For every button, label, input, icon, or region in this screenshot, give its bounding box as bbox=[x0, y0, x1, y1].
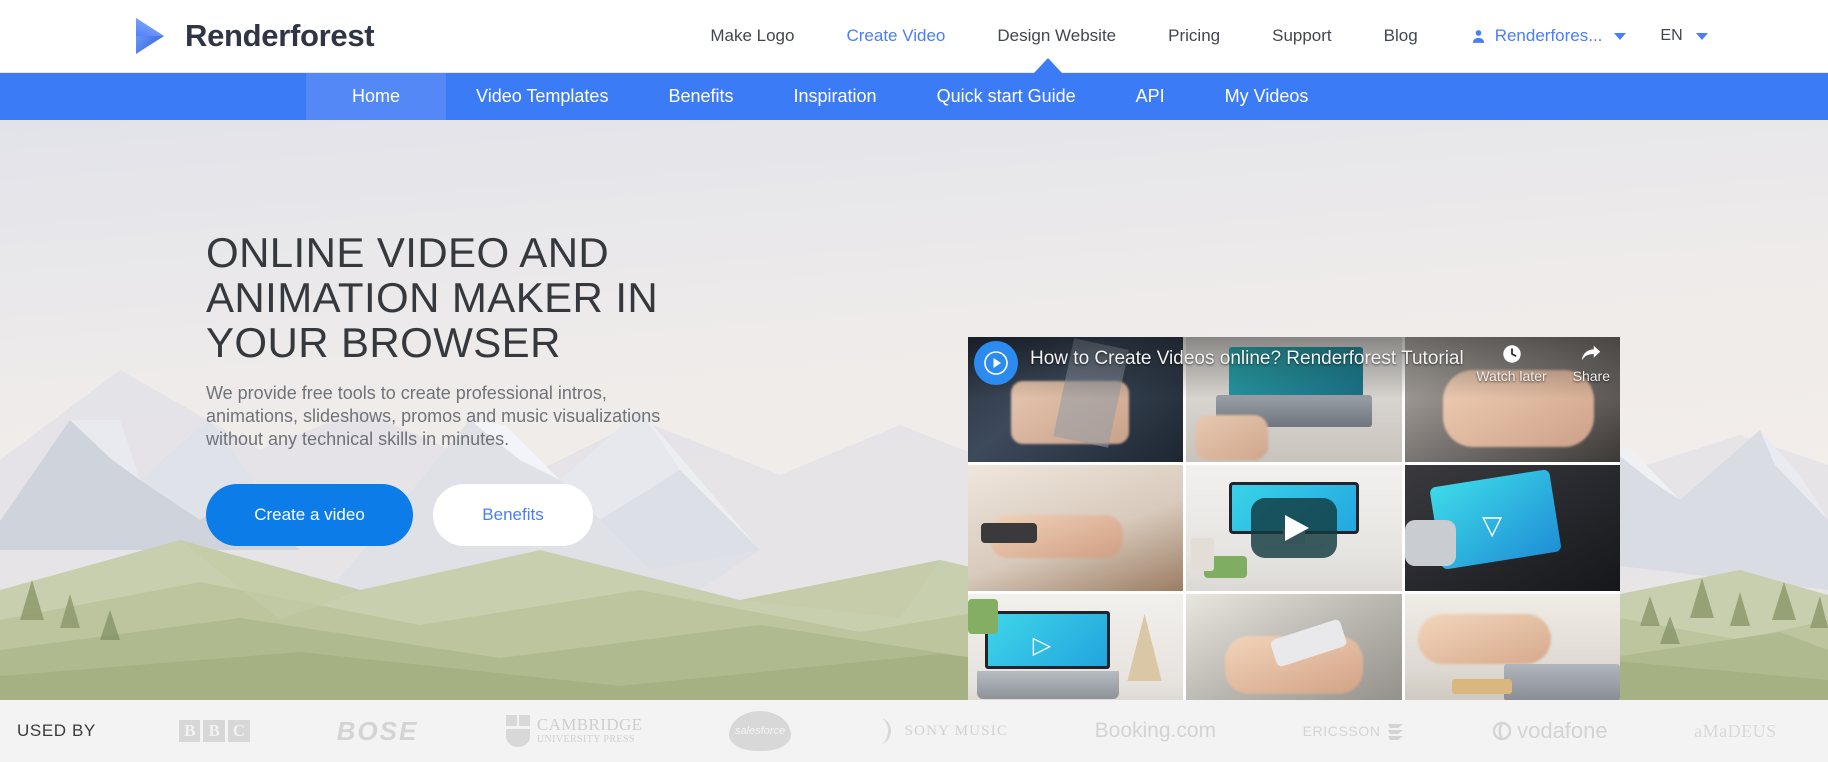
logo-cambridge-university-press: CAMBRIDGE UNIVERSITY PRESS bbox=[505, 714, 643, 748]
subnav-pointer-arrow bbox=[1034, 58, 1062, 73]
client-logo-row: B B C BOSE CAMBRIDGE UNIVERSITY PRESS sa… bbox=[136, 711, 1820, 751]
language-label: EN bbox=[1660, 27, 1683, 44]
hero-subtitle: We provide free tools to create professi… bbox=[206, 383, 661, 449]
brand-name: Renderforest bbox=[185, 18, 375, 53]
logo-booking-com: Booking.com bbox=[1094, 719, 1217, 742]
brand-logo[interactable]: Renderforest bbox=[130, 15, 375, 57]
cambridge-line1: CAMBRIDGE bbox=[536, 715, 643, 735]
play-button-icon[interactable] bbox=[1250, 497, 1337, 558]
language-selector[interactable]: EN bbox=[1660, 27, 1708, 45]
video-thumbnail-grid: ▽ ▷ bbox=[968, 337, 1620, 700]
watch-later-label: Watch later bbox=[1476, 368, 1547, 384]
share-button[interactable]: Share bbox=[1573, 343, 1610, 384]
video-tile bbox=[1186, 593, 1402, 700]
logo-sony-music: SONY MUSIC bbox=[878, 716, 1009, 746]
watch-later-button[interactable]: Watch later bbox=[1476, 343, 1547, 384]
share-label: Share bbox=[1572, 368, 1610, 384]
benefits-button[interactable]: Benefits bbox=[433, 484, 593, 546]
youtube-video-player[interactable]: ▽ ▷ How to Create Videos online? Renderf… bbox=[968, 337, 1620, 700]
logo-bbc: B B C bbox=[179, 720, 251, 742]
video-tile bbox=[1404, 593, 1620, 700]
account-menu[interactable]: Renderfores... bbox=[1470, 26, 1627, 46]
top-header: Renderforest Make Logo Create Video Desi… bbox=[0, 0, 1828, 73]
bbc-letter: C bbox=[227, 720, 251, 742]
video-actions: Watch later Share bbox=[1476, 343, 1610, 384]
logo-bose: BOSE bbox=[336, 715, 419, 746]
cambridge-line2: UNIVERSITY PRESS bbox=[536, 734, 635, 746]
subnav-item-benefits[interactable]: Benefits bbox=[638, 73, 763, 120]
nav-item-support[interactable]: Support bbox=[1246, 26, 1358, 46]
nav-item-blog[interactable]: Blog bbox=[1358, 26, 1444, 46]
sony-swoosh-icon bbox=[881, 718, 891, 744]
cambridge-crest-icon bbox=[505, 715, 530, 748]
play-triangle-logo-icon bbox=[136, 18, 164, 54]
sony-music-label: SONY MUSIC bbox=[904, 722, 1009, 739]
video-tile: ▷ bbox=[968, 593, 1184, 700]
subnav-item-api[interactable]: API bbox=[1106, 73, 1195, 120]
hero-cta-group: Create a video Benefits bbox=[206, 484, 676, 546]
video-tile bbox=[1186, 465, 1402, 591]
video-title[interactable]: How to Create Videos online? Renderfores… bbox=[1030, 348, 1464, 370]
hero-copy: ONLINE VIDEO AND ANIMATION MAKER IN YOUR… bbox=[206, 230, 676, 546]
nav-item-make-logo[interactable]: Make Logo bbox=[684, 26, 820, 46]
vodafone-label: vodafone bbox=[1517, 718, 1608, 743]
chevron-down-icon bbox=[1695, 32, 1708, 40]
bbc-letter: B bbox=[179, 720, 201, 742]
nav-item-design-website[interactable]: Design Website bbox=[971, 26, 1142, 46]
hero-title: ONLINE VIDEO AND ANIMATION MAKER IN YOUR… bbox=[206, 229, 659, 366]
ericsson-label: ERICSSON bbox=[1302, 723, 1381, 739]
hero-section: ONLINE VIDEO AND ANIMATION MAKER IN YOUR… bbox=[0, 120, 1828, 700]
subnav-item-inspiration[interactable]: Inspiration bbox=[764, 73, 907, 120]
create-a-video-button[interactable]: Create a video bbox=[206, 484, 413, 546]
video-tile: ▽ bbox=[1404, 465, 1620, 591]
person-icon bbox=[1472, 29, 1484, 43]
primary-nav: Make Logo Create Video Design Website Pr… bbox=[684, 26, 1708, 46]
logo-salesforce: salesforce bbox=[729, 711, 792, 751]
youtube-play-icon[interactable] bbox=[974, 341, 1018, 385]
ericsson-mark-icon bbox=[1387, 724, 1403, 740]
share-arrow-icon bbox=[1582, 345, 1601, 361]
used-by-label: USED BY bbox=[17, 721, 96, 740]
subnav-item-my-videos[interactable]: My Videos bbox=[1195, 73, 1339, 120]
nav-item-create-video[interactable]: Create Video bbox=[820, 26, 971, 46]
bbc-letter: B bbox=[203, 720, 225, 742]
used-by-bar: USED BY B B C BOSE CAMBRIDGE UNIVERSITY … bbox=[0, 700, 1828, 762]
logo-amadeus: aMaDEUS bbox=[1694, 720, 1777, 741]
secondary-nav: Home Video Templates Benefits Inspiratio… bbox=[0, 73, 1828, 120]
clock-icon bbox=[1502, 345, 1521, 363]
subnav-item-home[interactable]: Home bbox=[306, 73, 447, 120]
chevron-down-icon bbox=[1614, 32, 1627, 40]
play-triangle-icon bbox=[984, 351, 1008, 375]
subnav-item-video-templates[interactable]: Video Templates bbox=[446, 73, 638, 120]
logo-ericsson: ERICSSON bbox=[1303, 720, 1406, 742]
video-tile bbox=[968, 465, 1184, 591]
account-label: Renderfores... bbox=[1494, 26, 1603, 45]
logo-vodafone: vodafone bbox=[1492, 718, 1608, 744]
subnav-item-quick-start-guide[interactable]: Quick start Guide bbox=[907, 73, 1106, 120]
vodafone-mark-icon bbox=[1492, 721, 1512, 741]
nav-item-pricing[interactable]: Pricing bbox=[1142, 26, 1246, 46]
